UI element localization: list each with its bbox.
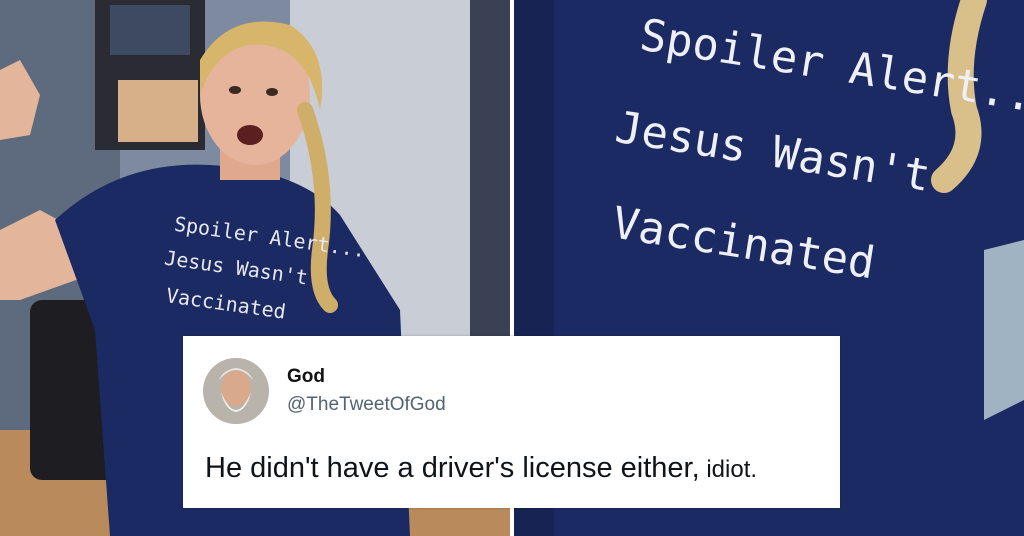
author-handle[interactable]: @TheTweetOfGod — [287, 394, 446, 416]
bearded-man-avatar-icon — [203, 358, 269, 424]
avatar[interactable] — [203, 358, 269, 424]
tweet-text-main: He didn't have a driver's license either… — [205, 452, 700, 484]
tweet-text: He didn't have a driver's license either… — [205, 452, 757, 485]
author-name[interactable]: God — [287, 366, 325, 388]
tweet-card: God @TheTweetOfGod He didn't have a driv… — [183, 336, 840, 508]
tweet-text-end: idiot. — [699, 456, 758, 483]
